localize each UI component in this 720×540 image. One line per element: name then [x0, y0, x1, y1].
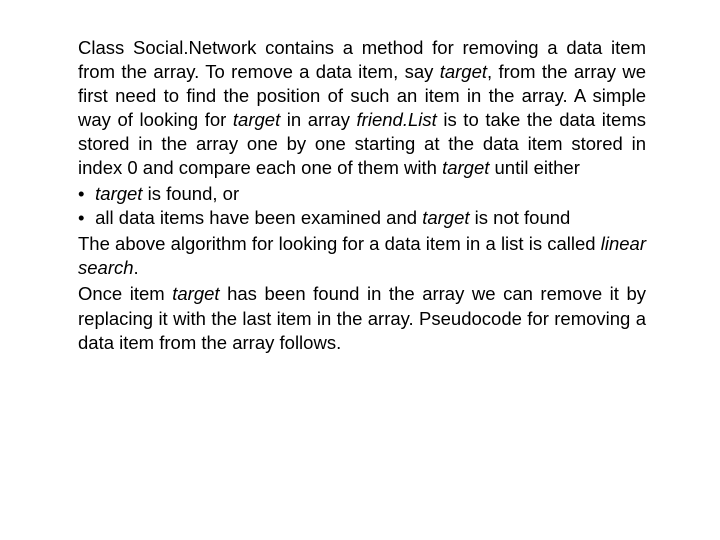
italic-term: target	[233, 109, 280, 130]
paragraph-2: The above algorithm for looking for a da…	[78, 232, 646, 280]
document-body: Class Social.Network contains a method f…	[0, 0, 720, 377]
italic-term: target	[95, 183, 142, 204]
text: all data items have been examined and	[95, 207, 422, 228]
bullet-list: • target is found, or • all data items h…	[78, 182, 646, 230]
text: .	[134, 257, 139, 278]
text: Once item	[78, 283, 172, 304]
italic-term: target	[172, 283, 219, 304]
text: The above algorithm for looking for a da…	[78, 233, 601, 254]
italic-term: friend.List	[357, 109, 437, 130]
text: until either	[489, 157, 580, 178]
text: is found, or	[142, 183, 239, 204]
list-item: • all data items have been examined and …	[78, 206, 646, 230]
italic-term: target	[440, 61, 487, 82]
bullet-icon: •	[78, 182, 90, 206]
list-item: • target is found, or	[78, 182, 646, 206]
paragraph-1: Class Social.Network contains a method f…	[78, 36, 646, 180]
italic-term: target	[442, 157, 489, 178]
bullet-icon: •	[78, 206, 90, 230]
italic-term: target	[422, 207, 469, 228]
text: in array	[280, 109, 356, 130]
text: is not found	[470, 207, 571, 228]
paragraph-3: Once item target has been found in the a…	[78, 282, 646, 354]
